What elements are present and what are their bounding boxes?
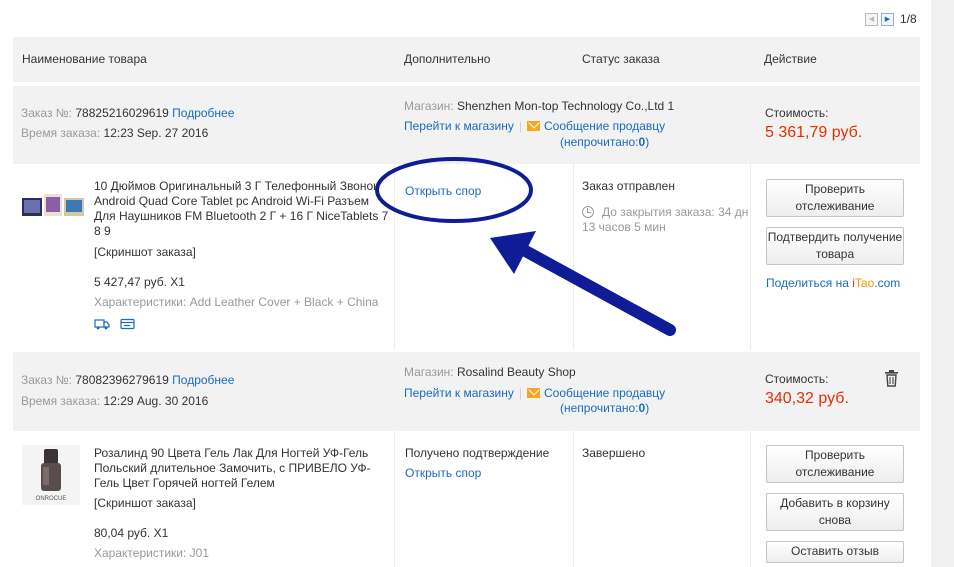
- envelope-icon: [527, 121, 540, 131]
- go-to-store-link[interactable]: Перейти к магазину: [404, 386, 514, 400]
- prev-page-button[interactable]: ◀: [865, 12, 878, 26]
- order-snapshot-link[interactable]: [Скриншот заказа]: [94, 496, 196, 510]
- open-dispute-link[interactable]: Открыть спор: [405, 184, 481, 198]
- track-shipment-button[interactable]: Проверить отслеживание: [766, 445, 904, 483]
- share-itao-link[interactable]: Поделиться на iTao.com: [766, 276, 900, 290]
- col-header-action: Действие: [764, 52, 817, 66]
- order-time: 12:29 Aug. 30 2016: [103, 394, 209, 408]
- pointer-arrow-shaft: [514, 242, 676, 336]
- trash-icon[interactable]: [884, 370, 899, 387]
- cost-label: Стоимость:: [765, 106, 829, 120]
- table-header: Наименование товара Дополнительно Статус…: [13, 37, 920, 82]
- add-to-cart-again-button[interactable]: Добавить в корзину снова: [766, 493, 904, 531]
- store-line: Магазин: Shenzhen Mon-top Technology Co.…: [404, 99, 675, 113]
- order-time-line: Время заказа: 12:23 Sep. 27 2016: [21, 126, 209, 140]
- next-page-button[interactable]: ▶: [881, 12, 894, 26]
- col-header-status: Статус заказа: [582, 52, 660, 66]
- product-thumbnail[interactable]: [22, 194, 84, 220]
- order-number-line: Заказ №: 78825216029619 Подробнее: [21, 106, 235, 120]
- leave-review-button[interactable]: Оставить отзыв: [766, 541, 904, 563]
- unread-count: (непрочитано:0): [560, 401, 650, 415]
- shipping-truck-icon[interactable]: [94, 318, 110, 330]
- order-time-line: Время заказа: 12:29 Aug. 30 2016: [21, 394, 209, 408]
- product-title[interactable]: Розалинд 90 Цвета Гель Лак Для Ногтей УФ…: [94, 446, 389, 491]
- confirmation-status: Получено подтверждение: [405, 446, 550, 460]
- order-details-link[interactable]: Подробнее: [172, 106, 234, 120]
- order-cost: 340,32 руб.: [765, 390, 849, 407]
- svg-text:ONROCUE: ONROCUE: [36, 496, 67, 502]
- item-specs: Характеристики: Add Leather Cover + Blac…: [94, 295, 379, 309]
- col-header-extra: Дополнительно: [404, 52, 491, 66]
- open-dispute-link[interactable]: Открыть спор: [405, 466, 481, 480]
- order-status: Завершено: [582, 446, 646, 460]
- item-specs: Характеристики: J01: [94, 546, 209, 560]
- item-price: 80,04 руб. X1: [94, 526, 169, 540]
- order-status: Заказ отправлен: [582, 179, 675, 193]
- confirm-receipt-button[interactable]: Подтвердить получение товара: [766, 227, 904, 265]
- page-scroll-gutter: [931, 0, 954, 567]
- clock-icon: [582, 206, 594, 218]
- order-number: 78082396279619: [75, 373, 169, 387]
- pointer-arrow-head: [490, 231, 536, 274]
- message-seller-link[interactable]: Сообщение продавцу: [544, 386, 665, 400]
- store-actions: Перейти к магазину | Сообщение продавцу: [404, 119, 666, 133]
- store-name: Shenzhen Mon-top Technology Co.,Ltd 1: [456, 99, 675, 113]
- go-to-store-link[interactable]: Перейти к магазину: [404, 119, 514, 133]
- order-number: 78825216029619: [75, 106, 169, 120]
- product-thumbnail[interactable]: ONROCUE: [22, 445, 80, 505]
- message-seller-link[interactable]: Сообщение продавцу: [544, 119, 665, 133]
- col-header-product: Наименование товара: [22, 52, 147, 66]
- order-details-link[interactable]: Подробнее: [172, 373, 234, 387]
- item-price: 5 427,47 руб. X1: [94, 275, 185, 289]
- order-time: 12:23 Sep. 27 2016: [103, 126, 209, 140]
- page-indicator: 1/8: [900, 12, 917, 26]
- envelope-icon: [527, 388, 540, 398]
- store-line: Магазин: Rosalind Beauty Shop: [404, 365, 576, 379]
- invoice-icon[interactable]: [120, 318, 135, 330]
- unread-count: (непрочитано:0): [560, 135, 650, 149]
- store-actions: Перейти к магазину | Сообщение продавцу: [404, 386, 666, 400]
- order-snapshot-link[interactable]: [Скриншот заказа]: [94, 245, 196, 259]
- track-shipment-button[interactable]: Проверить отслеживание: [766, 179, 904, 217]
- pagination: ◀ ▶ 1/8: [865, 12, 917, 26]
- order-number-line: Заказ №: 78082396279619 Подробнее: [21, 373, 235, 387]
- product-title[interactable]: 10 Дюймов Оригинальный 3 Г Телефонный Зв…: [94, 179, 389, 239]
- store-name: Rosalind Beauty Shop: [456, 365, 576, 379]
- order-cost: 5 361,79 руб.: [765, 124, 863, 141]
- close-deadline: До закрытия заказа: 34 дн 13 часов 5 мин: [582, 205, 749, 234]
- cost-label: Стоимость:: [765, 372, 829, 386]
